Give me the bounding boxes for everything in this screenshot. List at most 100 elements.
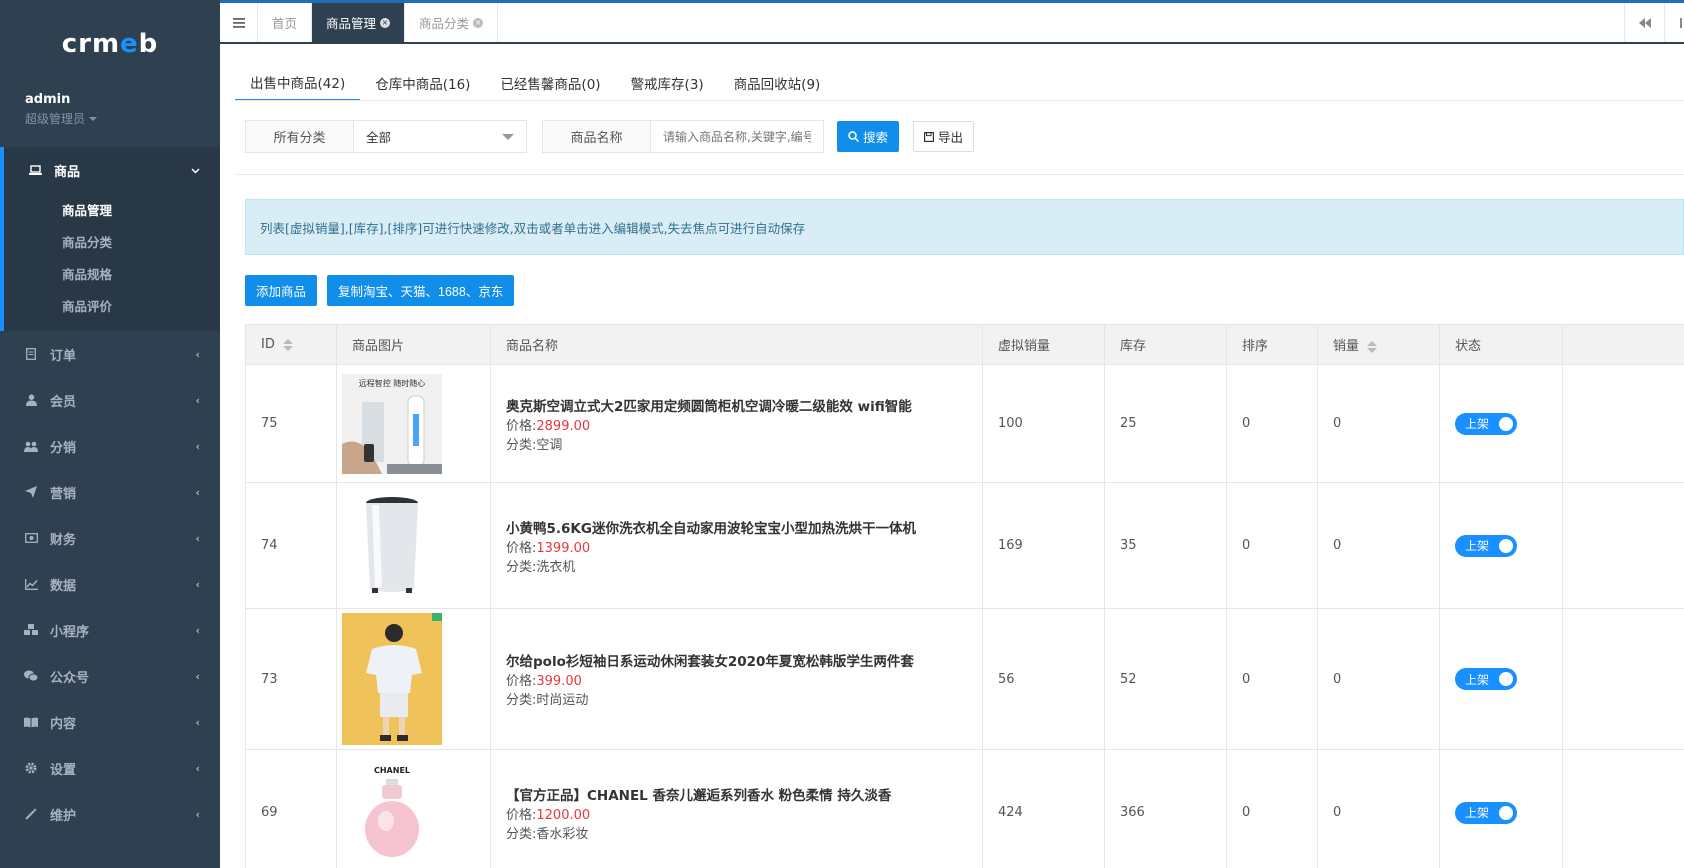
search-icon: [848, 131, 859, 142]
users-icon: [24, 439, 38, 453]
chart-icon: [24, 577, 38, 591]
product-name: 小黄鸭5.6KG迷你洗衣机全自动家用波轮宝宝小型加热洗烘干一体机: [506, 520, 916, 537]
cell-image: [336, 608, 491, 750]
cell-sales: 0: [1317, 482, 1440, 609]
status-toggle[interactable]: 上架: [1455, 534, 1517, 557]
nav-section-product: 商品 商品管理 商品分类 商品规格 商品评价: [0, 147, 220, 331]
tab-recycle-bin[interactable]: 商品回收站(9): [719, 64, 836, 101]
tab-home[interactable]: 首页: [258, 3, 313, 42]
sidebar-item-product[interactable]: 商品: [4, 147, 220, 193]
cell-sort[interactable]: 0: [1226, 364, 1318, 483]
cell-sales: 0: [1317, 364, 1440, 483]
cell-stock[interactable]: 366: [1104, 749, 1227, 868]
sidebar-item-content[interactable]: 内容 ‹: [0, 699, 220, 745]
product-price: 价格:399.00: [506, 674, 582, 689]
sidebar-item-marketing[interactable]: 营销 ‹: [0, 469, 220, 515]
chevron-left-icon: ‹: [195, 669, 200, 683]
copy-product-button[interactable]: 复制淘宝、天猫、1688、京东: [327, 275, 515, 306]
chevron-left-icon: ‹: [195, 347, 200, 361]
caret-down-icon: [89, 116, 98, 121]
chevron-left-icon: ‹: [195, 531, 200, 545]
cell-sort[interactable]: 0: [1226, 749, 1318, 868]
chevron-left-icon: ‹: [195, 485, 200, 499]
sidebar-item-member[interactable]: 会员 ‹: [0, 377, 220, 423]
sidebar-subitem-product-manage[interactable]: 商品管理: [4, 193, 220, 225]
cell-sales: 0: [1317, 608, 1440, 750]
scroll-tabs-right-button[interactable]: [1664, 3, 1684, 42]
menu-toggle-button[interactable]: [220, 3, 258, 42]
product-price: 价格:1399.00: [506, 540, 591, 556]
sidebar-item-miniprogram[interactable]: 小程序 ‹: [0, 607, 220, 653]
menu-icon: [232, 17, 245, 28]
main-content: 出售中商品(42) 仓库中商品(16) 已经售馨商品(0) 警戒库存(3) 商品…: [220, 44, 1684, 868]
cell-id: 69: [245, 749, 337, 868]
gear-icon: [24, 761, 38, 775]
sidebar-subitem-product-spec[interactable]: 商品规格: [4, 257, 220, 289]
search-button[interactable]: 搜索: [837, 121, 900, 152]
cell-virtual-sales[interactable]: 169: [982, 482, 1105, 609]
sidebar-item-wechat[interactable]: 公众号 ‹: [0, 653, 220, 699]
product-image-perfume: CHANEL: [342, 762, 442, 863]
export-button[interactable]: 导出: [913, 121, 975, 152]
sidebar: crmeb admin 超级管理员 商品 商品管理 商品分类 商品规格 商品评价…: [0, 0, 220, 868]
cell-stock[interactable]: 52: [1104, 608, 1227, 750]
product-name-input[interactable]: [651, 121, 823, 152]
cell-sort[interactable]: 0: [1226, 608, 1318, 750]
cell-stock[interactable]: 25: [1104, 364, 1227, 483]
sidebar-item-data[interactable]: 数据 ‹: [0, 561, 220, 607]
cell-stock[interactable]: 35: [1104, 482, 1227, 609]
col-status: 状态: [1439, 324, 1563, 365]
sidebar-subitem-product-review[interactable]: 商品评价: [4, 289, 220, 321]
status-toggle[interactable]: 上架: [1455, 668, 1517, 690]
cell-virtual-sales[interactable]: 100: [982, 364, 1105, 483]
sidebar-subitem-product-category[interactable]: 商品分类: [4, 225, 220, 257]
col-id[interactable]: ID: [245, 324, 337, 365]
sidebar-item-finance[interactable]: 财务 ‹: [0, 515, 220, 561]
user-icon: [24, 393, 38, 407]
user-profile: admin 超级管理员: [0, 88, 220, 147]
magic-icon: [24, 807, 38, 821]
book-icon: [24, 715, 38, 729]
cell-sales: 0: [1317, 749, 1440, 868]
add-product-button[interactable]: 添加商品: [245, 275, 318, 306]
scroll-tabs-left-button[interactable]: [1624, 3, 1664, 42]
cell-virtual-sales[interactable]: 56: [982, 608, 1105, 750]
tab-on-sale[interactable]: 出售中商品(42): [235, 64, 361, 101]
status-toggle[interactable]: 上架: [1455, 412, 1517, 435]
tab-sold-out[interactable]: 已经售馨商品(0): [485, 64, 615, 101]
sidebar-nav: 订单 ‹ 会员 ‹ 分销 ‹ 营销 ‹ 财务 ‹ 数据 ‹ 小程序 ‹ 公众号 ‹ 内容 ‹ 设置…: [0, 331, 220, 837]
col-sales[interactable]: 销量: [1317, 324, 1440, 365]
order-icon: [24, 347, 38, 361]
tab-low-stock[interactable]: 警戒库存(3): [616, 64, 719, 101]
category-select[interactable]: 全部: [354, 121, 526, 152]
tab-product-category[interactable]: 商品分类 ×: [405, 3, 499, 42]
sidebar-item-maintenance[interactable]: 维护 ‹: [0, 791, 220, 837]
sort-icon[interactable]: [1367, 340, 1378, 353]
tab-product-manage[interactable]: 商品管理 ×: [312, 3, 406, 42]
backward-icon: [1638, 17, 1651, 28]
username: admin: [25, 92, 71, 107]
close-icon[interactable]: ×: [473, 17, 484, 28]
cell-status: 上架: [1439, 482, 1563, 609]
sort-icon[interactable]: [282, 338, 293, 351]
close-icon[interactable]: ×: [380, 17, 391, 28]
cubes-icon: [24, 623, 38, 637]
tab-in-warehouse[interactable]: 仓库中商品(16): [360, 64, 485, 101]
info-notice: 列表[虚拟销量],[库存],[排序]可进行快速修改,双击或者单击进入编辑模式,失…: [245, 199, 1684, 255]
chevron-down-icon: [191, 164, 200, 177]
sidebar-item-order[interactable]: 订单 ‹: [0, 331, 220, 377]
sidebar-item-settings[interactable]: 设置 ‹: [0, 745, 220, 791]
cell-virtual-sales[interactable]: 424: [982, 749, 1105, 868]
col-virtual-sales: 虚拟销量: [982, 324, 1105, 365]
product-category: 分类:空调: [506, 437, 563, 453]
cell-sort[interactable]: 0: [1226, 482, 1318, 609]
chevron-left-icon: ‹: [195, 761, 200, 775]
svg-text:CHANEL: CHANEL: [374, 766, 410, 775]
product-image-aircon: 远程智控 随时随心: [342, 373, 442, 474]
status-toggle[interactable]: 上架: [1455, 801, 1517, 824]
sidebar-item-distribution[interactable]: 分销 ‹: [0, 423, 220, 469]
role-dropdown[interactable]: 超级管理员: [25, 110, 98, 127]
app-window: crmeb admin 超级管理员 商品 商品管理 商品分类 商品规格 商品评价…: [0, 0, 1684, 868]
action-buttons: 添加商品 复制淘宝、天猫、1688、京东: [245, 275, 515, 306]
cell-image: 远程智控 随时随心: [336, 364, 491, 483]
